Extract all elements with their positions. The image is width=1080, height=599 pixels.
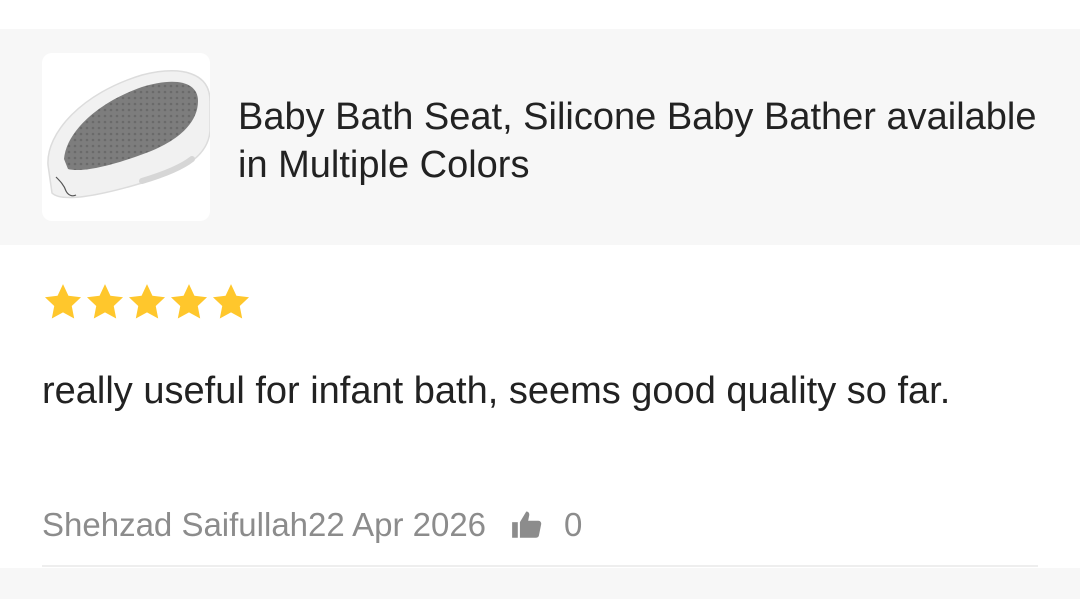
star-icon [86,284,124,319]
divider [42,565,1038,567]
review-card: really useful for infant bath, seems goo… [0,245,1080,568]
star-icon [128,284,166,319]
like-count: 0 [564,506,583,543]
star-icon [170,284,208,319]
like-button[interactable]: 0 [510,506,582,544]
star-icon [212,284,250,319]
thumbs-up-icon[interactable] [510,508,544,542]
baby-bath-seat-image [47,70,210,199]
review-author: Shehzad Saifullah [42,506,309,543]
review-text: really useful for infant bath, seems goo… [42,370,951,412]
top-spacer [0,0,1080,29]
star-rating [42,281,252,323]
review-meta: Shehzad Saifullah 22 Apr 2026 0 [42,503,582,547]
product-card[interactable]: Baby Bath Seat, Silicone Baby Bather ava… [0,29,1080,245]
star-icon [44,284,82,319]
product-thumbnail[interactable] [42,53,210,221]
product-title[interactable]: Baby Bath Seat, Silicone Baby Bather ava… [238,93,1038,189]
next-card-edge [0,568,1080,599]
review-date: 22 Apr 2026 [308,506,487,543]
